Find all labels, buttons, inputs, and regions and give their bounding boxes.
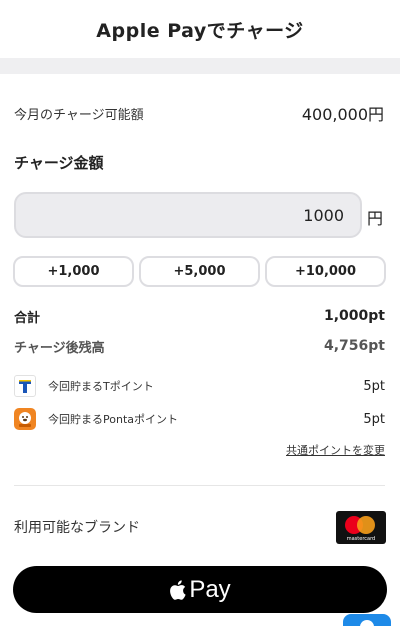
monthly-limit-label: 今月のチャージ可能額: [14, 107, 144, 123]
yen-unit-label: 円: [367, 209, 384, 228]
balance-value: 4,756pt: [324, 338, 385, 354]
monthly-charge-limit-row: 今月のチャージ可能額 400,000円: [14, 98, 384, 128]
add-1000-button[interactable]: +1,000: [13, 256, 134, 287]
apple-pay-label: Pay: [189, 575, 231, 603]
chat-icon: [360, 620, 374, 626]
apple-pay-button[interactable]: Pay: [13, 566, 387, 613]
header-divider-band: [0, 58, 400, 74]
header: Apple Payでチャージ: [0, 0, 400, 58]
total-row: 合計 1,000pt: [14, 306, 385, 326]
chat-support-button[interactable]: [343, 614, 391, 626]
apple-icon: [170, 579, 186, 600]
balance-label: チャージ後残高: [14, 340, 105, 356]
balance-after-charge-row: チャージ後残高 4,756pt: [14, 336, 385, 356]
ponta-point-row: 今回貯まるPontaポイント 5pt: [14, 408, 385, 430]
quick-add-buttons: +1,000 +5,000 +10,000: [13, 256, 386, 287]
add-10000-button[interactable]: +10,000: [265, 256, 386, 287]
change-common-point-link[interactable]: 共通ポイントを変更: [286, 442, 385, 458]
total-label: 合計: [14, 310, 41, 326]
add-5000-button[interactable]: +5,000: [139, 256, 260, 287]
total-value: 1,000pt: [324, 308, 385, 324]
available-brands-label: 利用可能なブランド: [14, 520, 140, 536]
t-point-label: 今回貯まるTポイント: [48, 380, 154, 393]
monthly-limit-value: 400,000円: [301, 105, 384, 124]
t-point-row: 今回貯まるTポイント 5pt: [14, 375, 385, 397]
t-point-value: 5pt: [363, 378, 385, 394]
section-divider: [14, 485, 385, 486]
available-brands-row: 利用可能なブランド mastercard: [14, 509, 386, 545]
t-point-icon: [14, 375, 36, 397]
ponta-point-label: 今回貯まるPontaポイント: [48, 413, 178, 426]
ponta-icon: [14, 408, 36, 430]
mastercard-wordmark: mastercard: [346, 535, 376, 542]
mastercard-logo: mastercard: [336, 510, 386, 544]
page-title: Apple Payでチャージ: [96, 19, 304, 42]
charge-amount-input[interactable]: [144, 205, 344, 225]
charge-amount-heading: チャージ金額: [14, 154, 104, 172]
charge-amount-field[interactable]: [14, 192, 362, 238]
ponta-point-value: 5pt: [363, 411, 385, 427]
